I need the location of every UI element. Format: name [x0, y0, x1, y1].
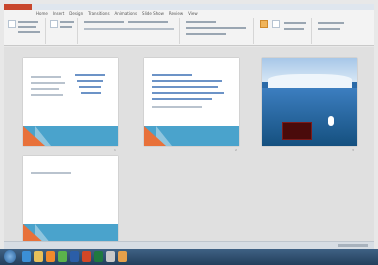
slide-thumbnail-2[interactable]: [144, 58, 239, 146]
tab-view[interactable]: View: [188, 11, 198, 16]
red-textbox: [282, 122, 312, 140]
editing-group: [314, 18, 372, 44]
slide-number-3: 3: [352, 148, 354, 152]
app-icon[interactable]: [118, 251, 127, 262]
tab-file[interactable]: [4, 4, 32, 10]
tab-insert[interactable]: Insert: [53, 11, 64, 16]
title-bar: [4, 4, 374, 10]
tab-design[interactable]: Design: [69, 11, 83, 16]
tab-transitions[interactable]: Transitions: [88, 11, 109, 16]
shapes-icon[interactable]: [260, 20, 268, 28]
word-icon[interactable]: [70, 251, 79, 262]
paint-icon[interactable]: [106, 251, 115, 262]
penguin-image: [328, 116, 334, 126]
ribbon: Home Insert Design Transitions Animation…: [4, 4, 374, 46]
arrange-icon[interactable]: [272, 20, 280, 28]
zoom-slider[interactable]: [338, 244, 368, 247]
slide-number-1: 1: [114, 148, 116, 152]
tab-home[interactable]: Home: [36, 11, 48, 16]
iceberg-image: [268, 74, 352, 88]
tab-animations[interactable]: Animations: [115, 11, 137, 16]
tab-slideshow[interactable]: Slide Show: [142, 11, 164, 16]
new-slide-icon[interactable]: [50, 20, 58, 28]
taskbar: [0, 249, 378, 265]
slide-thumbnail-3[interactable]: [262, 58, 357, 146]
paste-icon[interactable]: [8, 20, 16, 28]
powerpoint-icon[interactable]: [82, 251, 91, 262]
ribbon-tabs: Home Insert Design Transitions Animation…: [36, 11, 198, 16]
folder-icon[interactable]: [34, 251, 43, 262]
drawing-group: [256, 18, 312, 44]
slide-number-2: 2: [235, 148, 237, 152]
excel-icon[interactable]: [94, 251, 103, 262]
slide-thumbnail-1[interactable]: [23, 58, 118, 146]
slides-group: [48, 18, 78, 44]
font-group: [80, 18, 180, 44]
chrome-icon[interactable]: [58, 251, 67, 262]
paragraph-group: [182, 18, 254, 44]
windows-start-icon[interactable]: [4, 250, 16, 263]
status-bar: [4, 241, 374, 249]
slide-thumbnail-4[interactable]: [23, 156, 118, 244]
ie-icon[interactable]: [22, 251, 31, 262]
media-icon[interactable]: [46, 251, 55, 262]
tab-review[interactable]: Review: [169, 11, 183, 16]
clipboard-group: [6, 18, 46, 44]
